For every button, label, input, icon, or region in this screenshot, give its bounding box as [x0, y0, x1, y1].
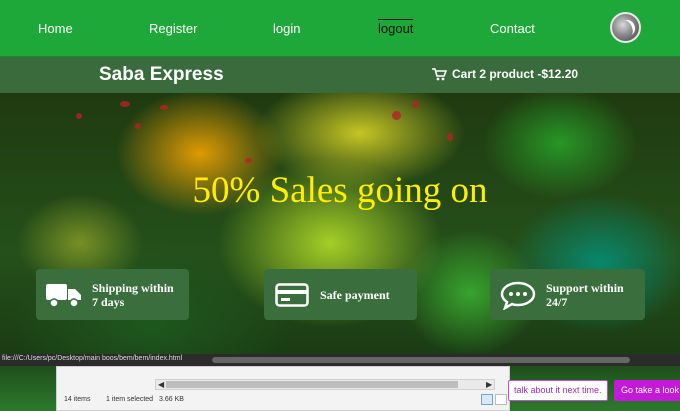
nav-contact-link[interactable]: Contact: [490, 21, 535, 36]
decor-splash: [412, 101, 419, 108]
feature-support-line1: Support within: [546, 280, 624, 295]
nav-home-link[interactable]: Home: [38, 21, 73, 36]
browser-status-bar: file:///C:/Users/pc/Desktop/main boos/be…: [0, 354, 680, 366]
feature-shipping-text: Shipping within 7 days: [92, 281, 174, 309]
brand-name[interactable]: Saba Express: [99, 64, 224, 86]
explorer-size: 3.66 KB: [159, 396, 184, 403]
hero-banner: 50% Sales going on Shipping within 7 day…: [0, 93, 680, 361]
credit-card-icon: [274, 282, 310, 307]
scroll-right-icon[interactable]: ▶: [486, 380, 492, 389]
feature-payment-line1: Safe payment: [320, 287, 390, 302]
details-view-icon[interactable]: [481, 394, 493, 405]
cart-icon: [432, 67, 447, 80]
status-url: file:///C:/Users/pc/Desktop/main boos/be…: [2, 355, 183, 362]
nav-register-link[interactable]: Register: [149, 21, 197, 36]
horizontal-scrollbar[interactable]: [212, 357, 630, 363]
brand-bar: Saba Express Cart 2 product -$12.20: [0, 57, 680, 93]
explorer-hscrollbar[interactable]: ◀ ▶: [155, 379, 495, 390]
explorer-items-count: 14 items: [64, 396, 91, 403]
feature-shipping[interactable]: Shipping within 7 days: [36, 269, 189, 320]
decor-splash: [160, 105, 168, 110]
user-avatar-icon[interactable]: [610, 12, 641, 43]
feature-shipping-line2: 7 days: [92, 294, 125, 309]
large-icons-view-icon[interactable]: [495, 394, 507, 405]
hero-headline: 50% Sales going on: [192, 170, 488, 211]
nav-login-link[interactable]: login: [273, 21, 300, 36]
file-explorer-window: ◀ ▶ 14 items 1 item selected 3.66 KB: [56, 366, 510, 411]
decor-splash: [392, 111, 401, 120]
promo-dismiss-button[interactable]: talk about it next time.: [508, 380, 608, 401]
feature-payment-text: Safe payment: [320, 288, 390, 302]
nav-logout-link[interactable]: logout: [378, 19, 414, 36]
feature-support[interactable]: Support within 24/7: [490, 269, 645, 320]
truck-icon: [46, 282, 82, 308]
decor-splash: [76, 113, 82, 119]
feature-support-text: Support within 24/7: [546, 281, 624, 309]
cart-label: Cart 2 product -$12.20: [452, 67, 579, 81]
feature-support-line2: 24/7: [546, 294, 568, 309]
top-nav: Home Register login logout Contact: [0, 0, 680, 57]
promo-action-button[interactable]: Go take a look: [614, 380, 680, 401]
decor-splash: [245, 158, 252, 163]
explorer-scroll-thumb[interactable]: [166, 381, 458, 388]
chat-bubble-icon: [500, 280, 536, 310]
decor-splash: [135, 123, 141, 129]
decor-splash: [120, 101, 130, 107]
scroll-left-icon[interactable]: ◀: [158, 380, 164, 389]
feature-shipping-line1: Shipping within: [92, 280, 174, 295]
feature-payment[interactable]: Safe payment: [264, 269, 417, 320]
cart-summary[interactable]: Cart 2 product -$12.20: [432, 67, 578, 81]
decor-splash: [447, 133, 453, 141]
explorer-selection: 1 item selected: [106, 396, 154, 403]
